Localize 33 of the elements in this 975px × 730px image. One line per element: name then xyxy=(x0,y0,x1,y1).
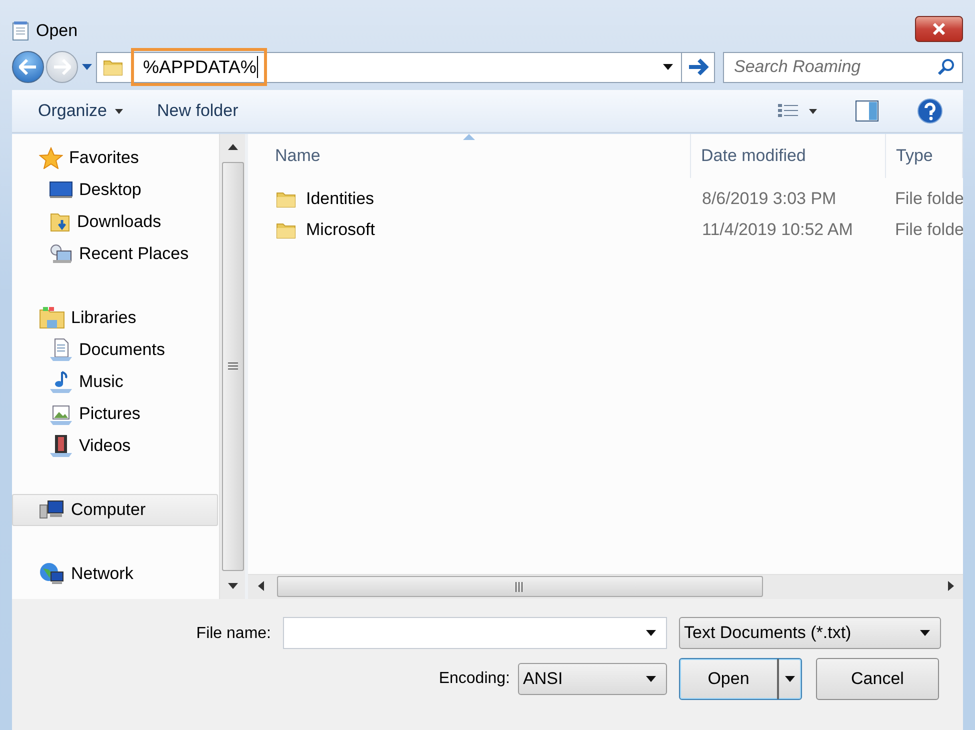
encoding-dropdown[interactable]: ANSI xyxy=(518,662,667,695)
file-name-label: File name: xyxy=(196,624,271,643)
file-name: Identities xyxy=(306,189,374,210)
nav-item[interactable]: Desktop xyxy=(12,174,218,206)
file-type: File folde xyxy=(894,220,963,240)
column-header[interactable]: Type xyxy=(886,134,963,178)
open-split-button[interactable]: Open xyxy=(679,658,802,700)
menu-button[interactable]: Organize xyxy=(26,97,135,126)
nav-item[interactable]: Videos xyxy=(12,430,218,462)
file-type-dropdown[interactable]: Text Documents (*.txt) xyxy=(679,616,941,649)
nav-item[interactable]: Recent Places xyxy=(12,238,218,270)
file-name: Microsoft xyxy=(306,220,375,240)
file-type: File folde xyxy=(894,189,963,210)
nav-item[interactable]: Libraries xyxy=(12,302,218,334)
column-header[interactable]: Name xyxy=(248,134,691,178)
cancel-button[interactable]: Cancel xyxy=(816,658,939,700)
encoding-label: Encoding: xyxy=(438,670,510,688)
file-row[interactable]: Microsoft 11/4/2019 10:52 AM File folde xyxy=(248,214,963,246)
nav-item[interactable]: Favorites xyxy=(12,142,218,174)
nav-item[interactable]: Documents xyxy=(12,334,218,366)
column-header[interactable]: Date modified xyxy=(691,134,886,178)
toolbar-button[interactable]: New folder xyxy=(144,97,250,126)
date-modified: 8/6/2019 3:03 PM xyxy=(701,189,838,210)
nav-item[interactable]: Music xyxy=(12,366,218,398)
search-field[interactable]: Search Roaming xyxy=(723,52,963,83)
address-text: %APPDATA% xyxy=(143,56,258,78)
nav-item[interactable]: Pictures xyxy=(12,398,218,430)
nav-item[interactable]: Network xyxy=(12,558,218,590)
nav-item[interactable]: Computer xyxy=(12,494,218,526)
file-row[interactable]: Identities 8/6/2019 3:03 PM File folde xyxy=(248,184,963,215)
date-modified: 11/4/2019 10:52 AM xyxy=(701,220,854,240)
nav-item[interactable]: Downloads xyxy=(12,206,218,238)
window-title: Open xyxy=(36,20,79,41)
